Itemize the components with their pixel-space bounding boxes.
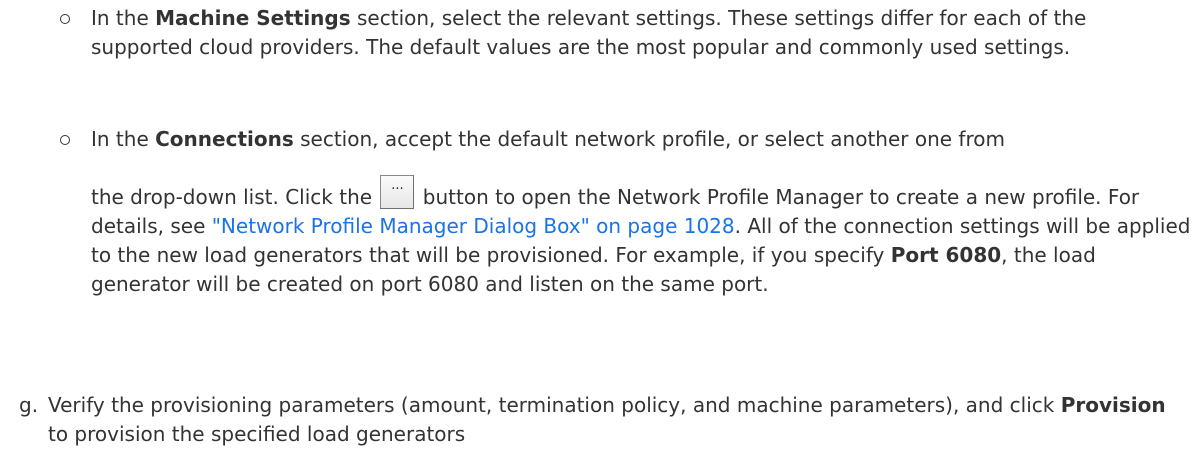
connections-item-intro: In the Connections section, accept the d… [91, 125, 1186, 154]
ellipsis-icon: ... [391, 178, 404, 193]
port-term: Port 6080 [890, 243, 1002, 267]
step-g-text-1: Verify the provisioning parameters (amou… [48, 393, 1061, 417]
network-profile-manager-link[interactable]: "Network Profile Manager Dialog Box" on … [212, 214, 735, 238]
connections-text-3: the drop-down list. Click the [91, 185, 373, 209]
connections-text-1: In the [91, 127, 156, 151]
machine-settings-text-1: In the [91, 6, 156, 30]
connections-text-2: section, accept the default network prof… [293, 127, 1005, 151]
step-marker: g. [19, 393, 39, 417]
connections-item-body: the drop-down list. Click the ... button… [91, 175, 1191, 299]
step-g-text-2: to provision the specified load generato… [48, 422, 466, 446]
connections-term: Connections [155, 127, 294, 151]
step-g-item: Verify the provisioning parameters (amou… [48, 391, 1188, 449]
provision-term: Provision [1060, 393, 1166, 417]
bullet-icon [60, 135, 70, 145]
machine-settings-item: In the Machine Settings section, select … [91, 4, 1186, 62]
bullet-icon [60, 14, 70, 24]
browse-network-profile-button[interactable]: ... [380, 175, 415, 209]
machine-settings-term: Machine Settings [155, 6, 351, 30]
